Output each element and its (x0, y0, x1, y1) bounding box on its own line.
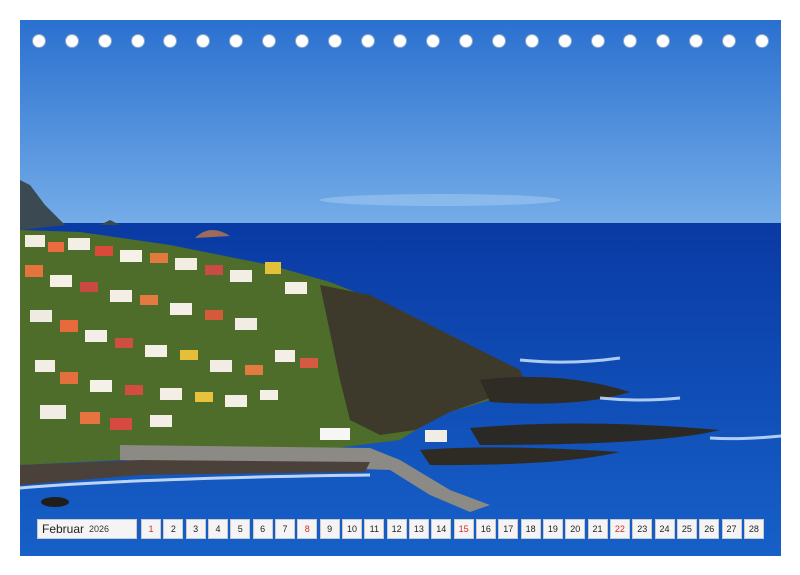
day-cell: 22 (609, 519, 630, 539)
day-cell: 10 (341, 519, 362, 539)
binding-hole (294, 34, 309, 48)
day-cells: 1 2 3 4 5 6 7 8 9 10 11 12 13 14 15 16 17 18 19 20 21 22 23 24 2… (141, 519, 764, 539)
day-cell: 25 (676, 519, 697, 539)
day-cell: 13 (408, 519, 429, 539)
binding-hole (557, 34, 572, 48)
binding-hole (754, 34, 769, 48)
binding-hole (32, 34, 46, 48)
landscape-illustration (20, 20, 781, 556)
binding-hole (196, 34, 211, 48)
binding-hole (130, 34, 145, 48)
day-cell: 17 (498, 519, 519, 539)
day-cell: 23 (632, 519, 653, 539)
spiral-binding-holes (20, 34, 781, 50)
day-cell: 26 (699, 519, 720, 539)
binding-hole (459, 34, 474, 48)
day-cell: 12 (386, 519, 407, 539)
day-cell: 2 (163, 519, 184, 539)
day-cell: 28 (743, 519, 764, 539)
sky (20, 20, 781, 225)
day-cell: 16 (475, 519, 496, 539)
binding-hole (492, 34, 507, 48)
binding-hole (590, 34, 605, 48)
binding-hole (426, 34, 441, 48)
day-cell: 4 (207, 519, 228, 539)
day-cell: 1 (141, 519, 161, 539)
binding-hole (64, 34, 79, 48)
day-cell: 3 (185, 519, 206, 539)
day-cell: 18 (520, 519, 541, 539)
month-label-box: Februar 2026 (37, 519, 137, 539)
binding-hole (360, 34, 375, 48)
calendar-page: Februar 2026 1 2 3 4 5 6 7 8 9 10 11 12 13 14 15 16 17 18… (0, 0, 800, 575)
binding-hole (393, 34, 408, 48)
binding-hole (722, 34, 737, 48)
binding-hole (524, 34, 539, 48)
day-cell: 21 (587, 519, 608, 539)
day-cell: 24 (654, 519, 675, 539)
binding-hole (97, 34, 112, 48)
binding-hole (623, 34, 638, 48)
day-cell: 11 (364, 519, 385, 539)
binding-hole (689, 34, 704, 48)
binding-hole (656, 34, 671, 48)
day-cell: 7 (274, 519, 295, 539)
day-cell: 27 (721, 519, 742, 539)
binding-hole (262, 34, 277, 48)
day-cell: 20 (565, 519, 586, 539)
coastal-town-photo (20, 20, 781, 556)
day-cell: 15 (453, 519, 474, 539)
binding-hole (229, 34, 244, 48)
day-cell: 14 (431, 519, 452, 539)
binding-hole (163, 34, 178, 48)
month-name: Februar (42, 522, 85, 536)
day-cell: 8 (297, 519, 318, 539)
day-cell: 19 (542, 519, 563, 539)
calendar-strip: Februar 2026 1 2 3 4 5 6 7 8 9 10 11 12 13 14 15 16 17 18… (37, 519, 764, 539)
binding-hole (327, 34, 342, 48)
year-label: 2026 (89, 524, 110, 534)
day-cell: 6 (252, 519, 273, 539)
day-cell: 5 (230, 519, 251, 539)
day-cell: 9 (319, 519, 340, 539)
